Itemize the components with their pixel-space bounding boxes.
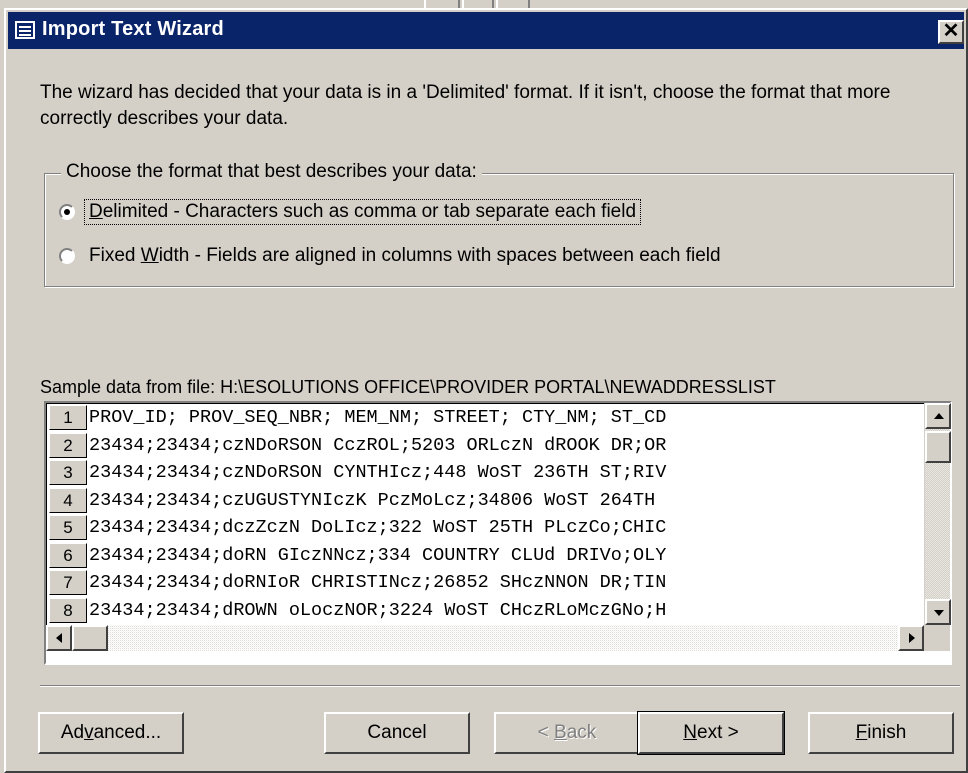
- row-number: 3: [49, 460, 87, 486]
- cancel-button[interactable]: Cancel: [324, 712, 470, 754]
- import-text-wizard-dialog: Import Text Wizard ✕ The wizard has deci…: [4, 8, 968, 773]
- arrow-right-icon: [909, 633, 915, 643]
- sample-data-label: Sample data from file: H:\ESOLUTIONS OFF…: [40, 377, 776, 397]
- row-number: 1: [49, 405, 87, 431]
- scrollbar-corner: [924, 625, 950, 651]
- button-separator: [40, 685, 960, 687]
- row-number: 5: [49, 515, 87, 541]
- vertical-scrollbar[interactable]: [924, 403, 951, 625]
- horizontal-scroll-thumb[interactable]: [72, 625, 108, 651]
- vertical-scroll-thumb[interactable]: [925, 431, 951, 463]
- back-button[interactable]: < Back: [494, 712, 640, 754]
- radio-button-unselected[interactable]: [59, 248, 75, 264]
- close-button[interactable]: ✕: [938, 20, 964, 44]
- sample-data-preview[interactable]: 1 PROV_ID; PROV_SEQ_NBR; MEM_NM; STREET; …: [44, 401, 952, 665]
- sample-row: 3 23434;23434;czNDoRSON CYNTHIcz;448 WoST…: [47, 459, 924, 487]
- sample-row: 1 PROV_ID; PROV_SEQ_NBR; MEM_NM; STREET; …: [47, 404, 924, 432]
- row-text: 23434;23434;czUGUSTYNIczK PczMoLcz;34806…: [89, 489, 656, 511]
- scroll-right-button[interactable]: [898, 625, 924, 651]
- horizontal-scrollbar[interactable]: [46, 625, 924, 651]
- format-groupbox: Choose the format that best describes yo…: [44, 161, 954, 287]
- format-group-legend: Choose the format that best describes yo…: [61, 161, 482, 183]
- row-number: 2: [49, 432, 87, 458]
- radio-button-selected[interactable]: [59, 204, 75, 220]
- arrow-left-icon: [56, 633, 62, 643]
- row-text: PROV_ID; PROV_SEQ_NBR; MEM_NM; STREET; C…: [89, 407, 667, 429]
- arrow-down-icon: [934, 610, 944, 616]
- window-title: Import Text Wizard: [42, 18, 224, 40]
- sample-row: 2 23434;23434;czNDoRSON CczROL;5203 ORLcz…: [47, 432, 924, 460]
- radio-delimited[interactable]: Delimited - Characters such as comma or …: [59, 198, 642, 226]
- radio-delimited-label[interactable]: Delimited - Characters such as comma or …: [83, 199, 642, 225]
- row-text: 23434;23434;dczZczN DoLIcz;322 WoST 25TH…: [89, 517, 667, 539]
- row-number: 7: [49, 570, 87, 596]
- title-bar[interactable]: Import Text Wizard ✕: [8, 12, 964, 49]
- row-number: 6: [49, 542, 87, 568]
- sample-row: 7 23434;23434;doRNIoR CHRISTINcz;26852 SH…: [47, 569, 924, 597]
- row-text: 23434;23434;czNDoRSON CYNTHIcz;448 WoST …: [89, 462, 667, 484]
- sample-row: 6 23434;23434;doRN GIczNNcz;334 COUNTRY C…: [47, 542, 924, 570]
- row-text: 23434;23434;dROWN oLoczNOR;3224 WoST CHc…: [89, 599, 667, 621]
- finish-button[interactable]: Finish: [808, 712, 954, 754]
- row-number: 4: [49, 487, 87, 513]
- row-text: 23434;23434;doRNIoR CHRISTINcz;26852 SHc…: [89, 572, 667, 594]
- sample-row: 5 23434;23434;dczZczN DoLIcz;322 WoST 25T…: [47, 514, 924, 542]
- arrow-up-icon: [934, 413, 944, 419]
- radio-fixed-width-label[interactable]: Fixed Width - Fields are aligned in colu…: [85, 244, 725, 268]
- scroll-left-button[interactable]: [46, 625, 72, 651]
- close-icon: ✕: [942, 20, 960, 42]
- wizard-app-icon: [15, 21, 35, 39]
- sample-row: 4 23434;23434;czUGUSTYNIczK PczMoLcz;3480…: [47, 487, 924, 515]
- scroll-down-button[interactable]: [925, 599, 951, 625]
- advanced-button[interactable]: Advanced...: [38, 712, 184, 754]
- sample-rows-container: 1 PROV_ID; PROV_SEQ_NBR; MEM_NM; STREET; …: [46, 403, 924, 625]
- scroll-up-button[interactable]: [925, 403, 951, 429]
- wizard-description: The wizard has decided that your data is…: [40, 82, 891, 129]
- row-number: 8: [49, 597, 87, 623]
- radio-fixed-width[interactable]: Fixed Width - Fields are aligned in colu…: [59, 242, 725, 270]
- next-button[interactable]: Next >: [637, 711, 785, 755]
- sample-row: 8 23434;23434;dROWN oLoczNOR;3224 WoST CH…: [47, 597, 924, 625]
- row-text: 23434;23434;doRN GIczNNcz;334 COUNTRY CL…: [89, 544, 667, 566]
- row-text: 23434;23434;czNDoRSON CczROL;5203 ORLczN…: [89, 434, 667, 456]
